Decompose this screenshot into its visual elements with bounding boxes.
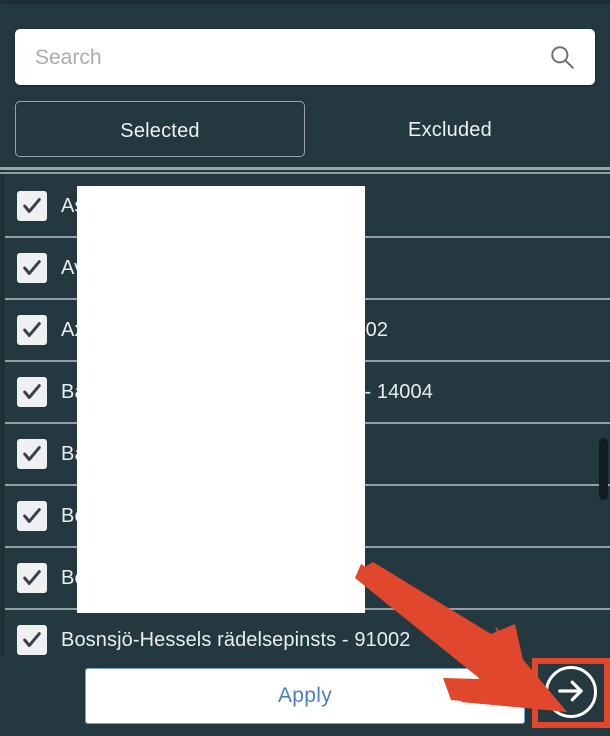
list-item[interactable]: Bosnsjö-Hessels rädelsepinsts - 91002 — [5, 610, 610, 656]
apply-button[interactable]: Apply — [85, 668, 525, 724]
checkbox-checked-icon[interactable] — [17, 191, 47, 221]
checkbox-checked-icon[interactable] — [17, 377, 47, 407]
filter-panel: Selected Excluded As… 3047 Av — [0, 0, 610, 736]
white-occlusion-overlay — [77, 186, 365, 613]
search-box[interactable] — [15, 29, 595, 87]
panel-footer: Apply — [0, 656, 610, 736]
panel-header: Selected Excluded — [0, 4, 610, 169]
filter-tabs: Selected Excluded — [15, 101, 595, 157]
arrow-right-circle-icon — [556, 676, 586, 709]
checkbox-checked-icon[interactable] — [17, 253, 47, 283]
checkbox-checked-icon[interactable] — [17, 439, 47, 469]
checkbox-checked-icon[interactable] — [17, 625, 47, 655]
checkbox-checked-icon[interactable] — [17, 501, 47, 531]
search-icon[interactable] — [549, 44, 575, 70]
tab-selected[interactable]: Selected — [15, 101, 305, 157]
search-input[interactable] — [33, 29, 537, 87]
checkbox-checked-icon[interactable] — [17, 315, 47, 345]
list-scrollbar-thumb[interactable] — [599, 438, 608, 500]
header-divider-secondary — [0, 172, 610, 174]
tab-excluded[interactable]: Excluded — [305, 101, 595, 157]
list-item-label: Bosnsjö-Hessels rädelsepinsts - 91002 — [61, 628, 411, 651]
checkbox-checked-icon[interactable] — [17, 563, 47, 593]
next-button[interactable] — [545, 666, 597, 718]
header-divider — [0, 167, 610, 170]
